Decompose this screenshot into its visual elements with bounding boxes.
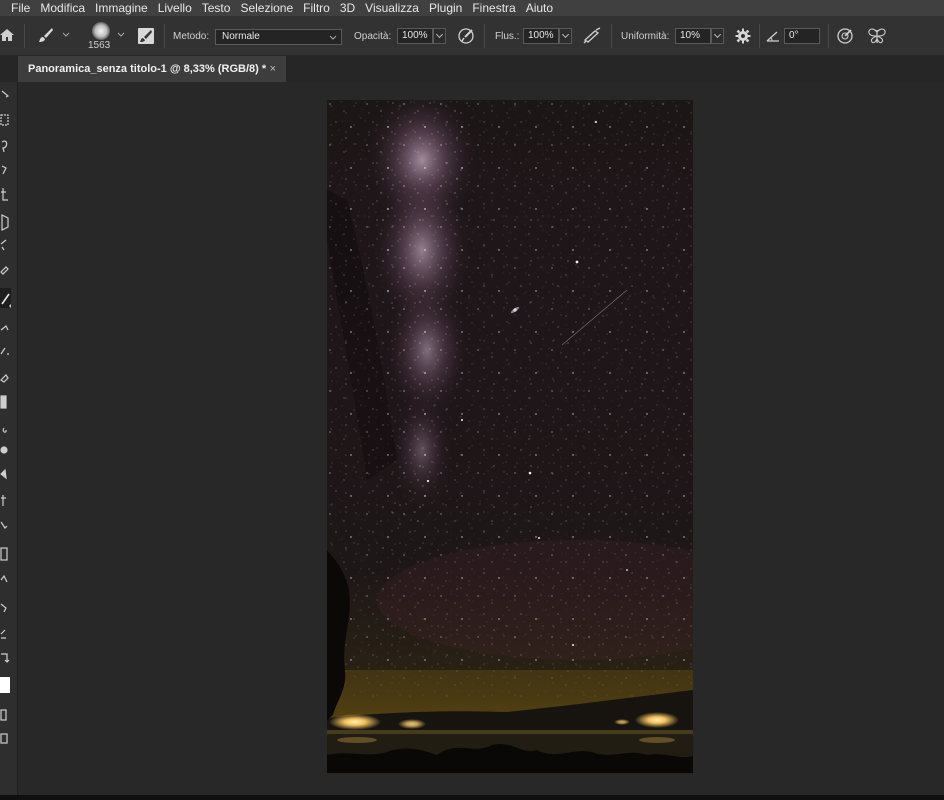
healing-tool-icon — [0, 266, 9, 275]
method-select-value: Normale — [222, 31, 260, 42]
menu-selezione[interactable]: Selezione — [235, 1, 298, 15]
separator — [611, 24, 612, 48]
method-label: Metodo: — [173, 31, 210, 42]
separator — [164, 24, 165, 48]
history-brush-tool-icon — [0, 347, 9, 355]
opacity-input[interactable]: 100% — [397, 28, 433, 44]
gradient-tool-icon — [0, 395, 7, 409]
path-select-tool-icon — [0, 521, 8, 529]
smoothing-input[interactable]: 10% — [675, 28, 711, 44]
menu-testo[interactable]: Testo — [197, 1, 236, 15]
eyedropper-tool-icon — [0, 239, 7, 251]
type-tool-icon — [1, 495, 6, 506]
foreground-color-swatch[interactable] — [0, 677, 10, 693]
home-icon[interactable] — [0, 28, 14, 42]
menu-immagine[interactable]: Immagine — [90, 1, 153, 15]
clone-stamp-tool-icon — [0, 325, 9, 331]
menu-modifica[interactable]: Modifica — [35, 1, 90, 15]
object-select-tool-icon — [1, 165, 7, 175]
menu-livello[interactable]: Livello — [153, 1, 197, 15]
opacity-label: Opacità: — [354, 31, 392, 42]
pressure-size-icon[interactable] — [836, 27, 854, 45]
move-tool-icon — [1, 90, 10, 98]
method-select[interactable]: Normale — [215, 29, 342, 45]
brush-settings-icon[interactable] — [137, 27, 155, 45]
swap-colors-icon — [1, 653, 10, 663]
angle-input[interactable]: 0° — [784, 28, 820, 44]
brush-tip-preview[interactable] — [92, 22, 110, 40]
menu-3d[interactable]: 3D — [335, 1, 360, 15]
flow-label: Flus.: — [495, 31, 520, 42]
menu-filtro[interactable]: Filtro — [298, 1, 335, 15]
status-bar — [0, 795, 944, 800]
menu-bar: File Modifica Immagine Livello Testo Sel… — [0, 0, 944, 16]
airbrush-icon[interactable] — [582, 27, 602, 45]
menu-finestra[interactable]: Finestra — [467, 1, 520, 15]
menu-aiuto[interactable]: Aiuto — [521, 1, 558, 15]
marquee-tool-icon — [0, 114, 9, 126]
dodge-tool-icon — [0, 446, 8, 454]
document-tabs: Panoramica_senza titolo-1 @ 8,33% (RGB/8… — [0, 56, 944, 82]
canvas-image[interactable] — [327, 100, 693, 773]
crop-tool-icon — [1, 188, 8, 201]
flow-dropdown[interactable] — [559, 28, 572, 44]
chevron-down-icon — [329, 35, 337, 40]
menu-plugin[interactable]: Plugin — [424, 1, 467, 15]
menu-file[interactable]: File — [0, 1, 35, 15]
lasso-tool-icon — [1, 140, 8, 153]
separator — [828, 24, 829, 48]
extras-tool-icon — [0, 629, 6, 639]
brush-icon[interactable] — [38, 27, 54, 43]
pen-tool-icon — [0, 468, 7, 480]
flow-input[interactable]: 100% — [523, 28, 559, 44]
chevron-down-icon[interactable] — [62, 32, 70, 38]
angle-icon — [766, 31, 779, 42]
separator — [24, 24, 25, 48]
separator — [484, 24, 485, 48]
document-tab-title: Panoramica_senza titolo-1 @ 8,33% (RGB/8… — [28, 63, 267, 75]
smoothing-dropdown[interactable] — [711, 28, 724, 44]
quick-mask-icon — [0, 709, 7, 721]
frame-tool-icon — [1, 214, 9, 231]
eraser-tool-icon — [0, 374, 9, 383]
rectangle-tool-icon — [0, 547, 8, 561]
brush-size-value: 1563 — [88, 40, 111, 51]
hand-tool-icon — [0, 574, 8, 583]
opacity-dropdown[interactable] — [433, 28, 446, 44]
options-bar: 1563 Metodo: Normale Opacità: 100% Flus.… — [0, 16, 944, 56]
chevron-down-icon[interactable] — [117, 32, 125, 38]
pressure-opacity-icon[interactable] — [457, 27, 475, 45]
symmetry-butterfly-icon[interactable] — [867, 27, 887, 45]
tab-document[interactable]: Panoramica_senza titolo-1 @ 8,33% (RGB/8… — [18, 56, 286, 82]
menu-visualizza[interactable]: Visualizza — [360, 1, 424, 15]
blur-tool-icon — [2, 427, 7, 433]
tool-icons — [0, 90, 11, 744]
separator — [759, 24, 760, 48]
gear-icon[interactable] — [735, 28, 751, 44]
close-icon[interactable]: × — [270, 56, 276, 82]
zoom-tool-icon — [0, 603, 7, 613]
tools-panel — [0, 82, 18, 795]
smoothing-label: Uniformità: — [621, 31, 670, 42]
screen-mode-icon — [0, 733, 8, 744]
